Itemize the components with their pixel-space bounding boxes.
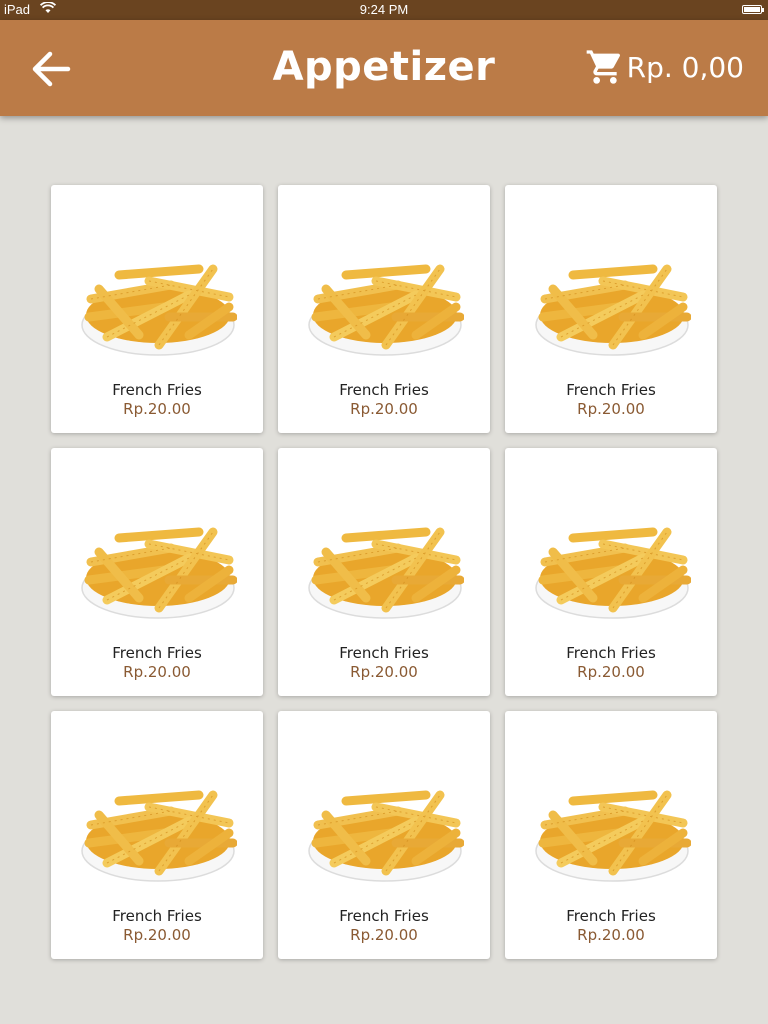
status-bar: iPad 9:24 PM [0, 0, 768, 20]
french-fries-image [308, 527, 464, 619]
product-price: Rp.20.00 [123, 400, 191, 418]
product-price: Rp.20.00 [577, 400, 645, 418]
product-name: French Fries [112, 644, 202, 662]
product-card[interactable]: French Fries Rp.20.00 [51, 711, 263, 959]
product-card[interactable]: French Fries Rp.20.00 [51, 448, 263, 696]
product-card[interactable]: French Fries Rp.20.00 [505, 185, 717, 433]
product-card[interactable]: French Fries Rp.20.00 [51, 185, 263, 433]
cart-total: Rp. 0,00 [626, 51, 744, 84]
french-fries-image [535, 527, 691, 619]
french-fries-image [81, 527, 237, 619]
product-price: Rp.20.00 [123, 663, 191, 681]
cart-button[interactable] [585, 47, 625, 87]
french-fries-image [535, 264, 691, 356]
product-name: French Fries [339, 907, 429, 925]
product-name: French Fries [339, 381, 429, 399]
product-card[interactable]: French Fries Rp.20.00 [505, 448, 717, 696]
product-card[interactable]: French Fries Rp.20.00 [278, 185, 490, 433]
product-name: French Fries [112, 381, 202, 399]
nav-bar: Appetizer Rp. 0,00 [0, 20, 768, 116]
product-price: Rp.20.00 [350, 663, 418, 681]
product-name: French Fries [339, 644, 429, 662]
product-card[interactable]: French Fries Rp.20.00 [278, 711, 490, 959]
french-fries-image [308, 790, 464, 882]
product-name: French Fries [112, 907, 202, 925]
product-card[interactable]: French Fries Rp.20.00 [505, 711, 717, 959]
french-fries-image [81, 264, 237, 356]
status-time: 9:24 PM [359, 2, 409, 17]
product-card[interactable]: French Fries Rp.20.00 [278, 448, 490, 696]
french-fries-image [308, 264, 464, 356]
product-name: French Fries [566, 381, 656, 399]
product-price: Rp.20.00 [350, 926, 418, 944]
product-price: Rp.20.00 [577, 663, 645, 681]
product-price: Rp.20.00 [577, 926, 645, 944]
shopping-cart-icon [586, 50, 621, 84]
product-name: French Fries [566, 907, 656, 925]
battery-icon [742, 5, 764, 14]
product-price: Rp.20.00 [350, 400, 418, 418]
french-fries-image [81, 790, 237, 882]
product-name: French Fries [566, 644, 656, 662]
product-grid: French Fries Rp.20.00 French Fries Rp.20… [51, 185, 717, 959]
french-fries-image [535, 790, 691, 882]
product-price: Rp.20.00 [123, 926, 191, 944]
